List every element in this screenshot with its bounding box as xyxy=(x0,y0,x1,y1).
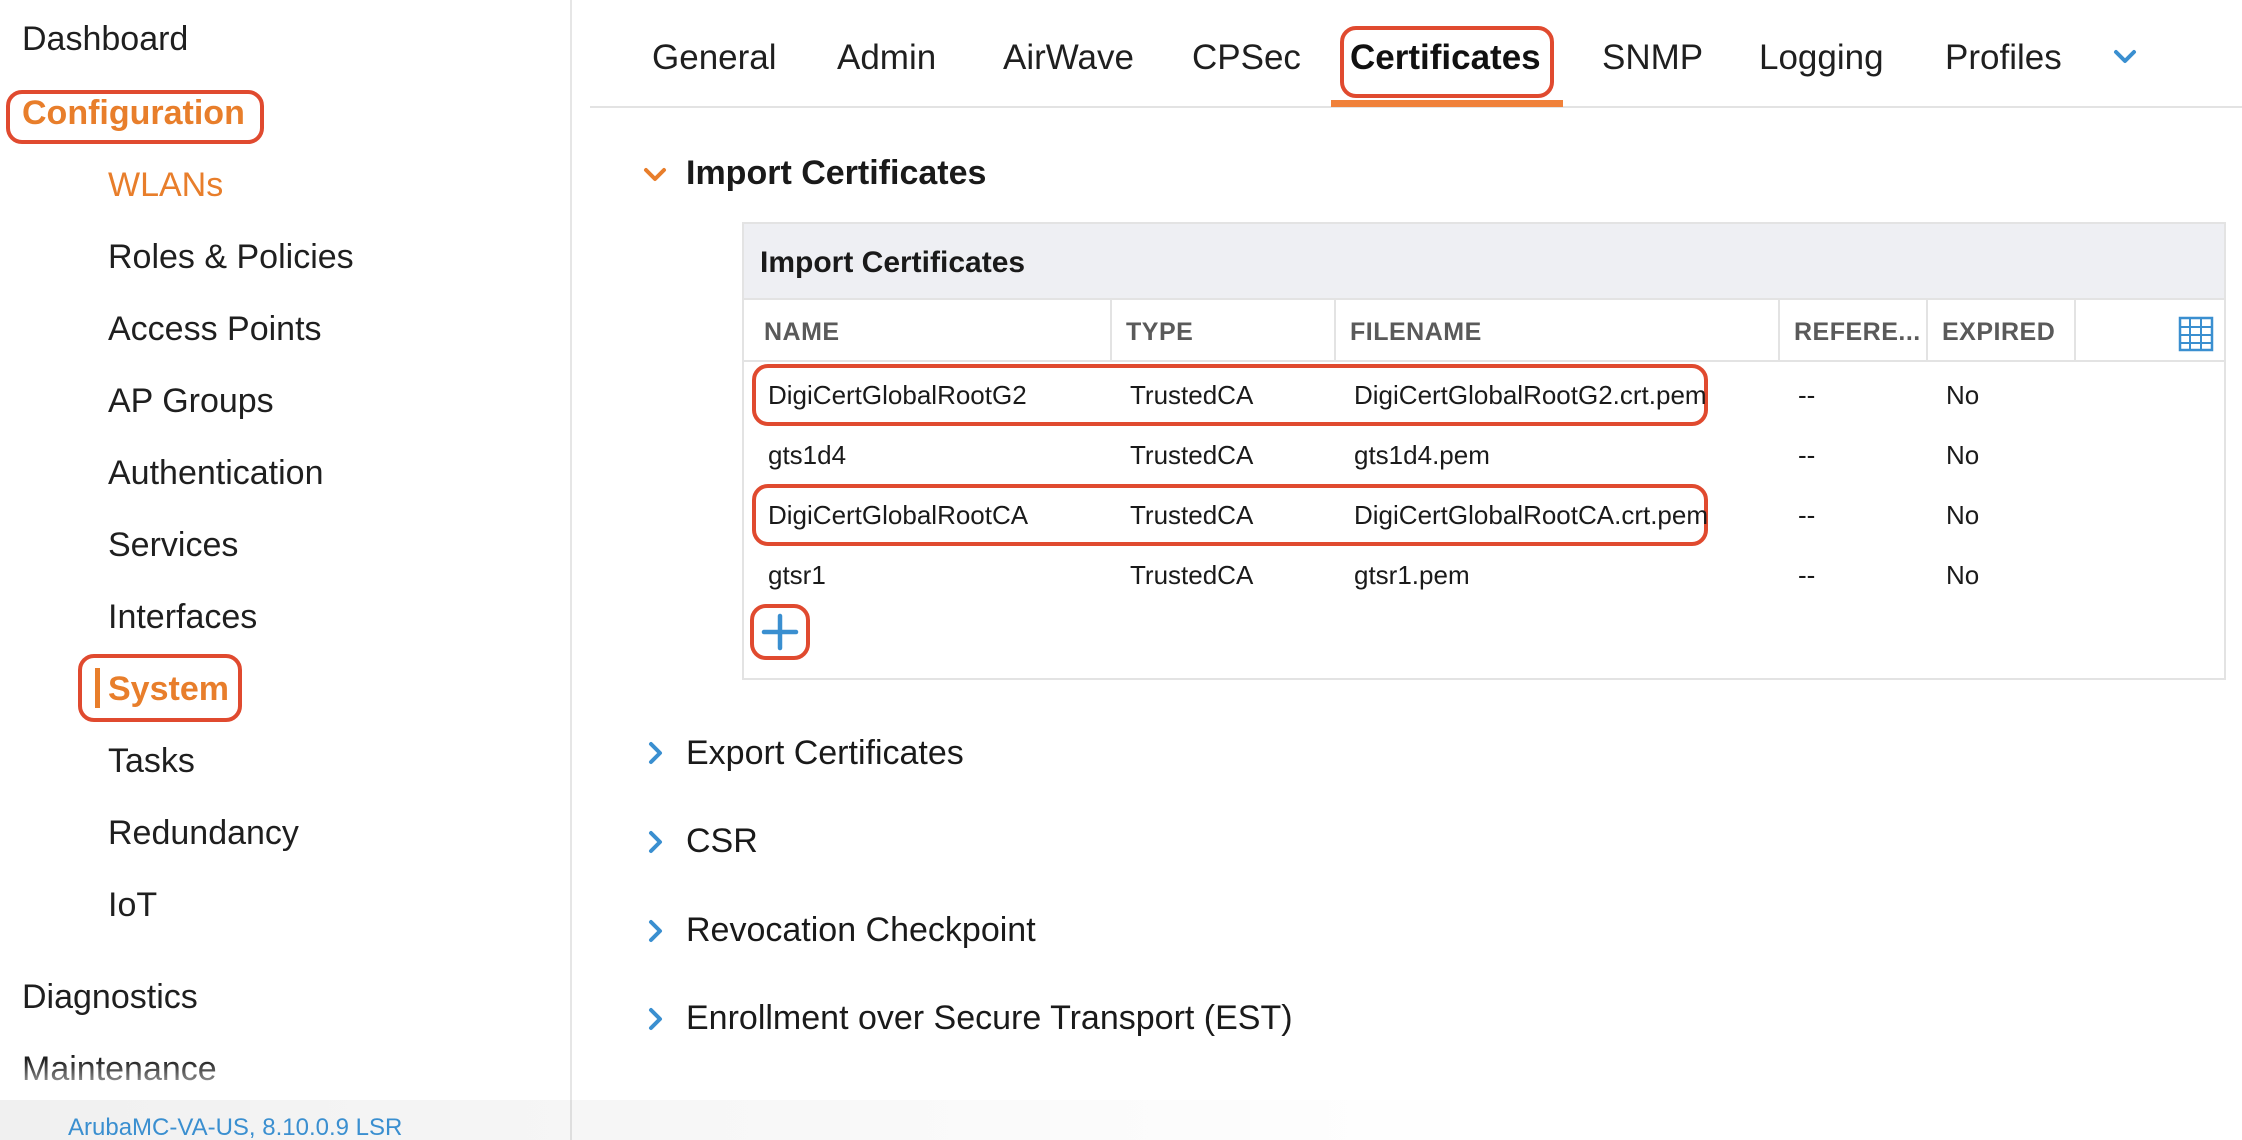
cell-expired: No xyxy=(1946,500,1980,530)
nav-dashboard[interactable]: Dashboard xyxy=(22,20,188,59)
cell-name: DigiCertGlobalRootCA xyxy=(768,500,1029,530)
chevron-down-icon[interactable] xyxy=(2110,42,2140,72)
chevron-down-icon[interactable] xyxy=(640,160,670,190)
cell-expired: No xyxy=(1946,560,1980,590)
nav-item-roles-policies[interactable]: Roles & Policies xyxy=(108,238,354,277)
chevron-right-icon[interactable] xyxy=(640,827,670,857)
nav-item-iot[interactable]: IoT xyxy=(108,886,157,925)
chevron-right-icon[interactable] xyxy=(640,916,670,946)
nav-item-tasks[interactable]: Tasks xyxy=(108,742,195,781)
column-header-type[interactable]: TYPE xyxy=(1126,318,1193,347)
nav-item-wlans[interactable]: WLANs xyxy=(108,166,223,205)
column-header-expired[interactable]: EXPIRED xyxy=(1942,318,2055,347)
nav-item-interfaces[interactable]: Interfaces xyxy=(108,598,257,637)
tab-general[interactable]: General xyxy=(652,38,777,78)
cell-filename: gtsr1.pem xyxy=(1354,560,1470,590)
tab-certificates[interactable]: Certificates xyxy=(1350,38,1541,78)
cell-type: TrustedCA xyxy=(1130,560,1254,590)
panel-title: Import Certificates xyxy=(760,246,1026,279)
tab-profiles[interactable]: Profiles xyxy=(1945,38,2062,78)
sidebar: Dashboard Configuration WLANs Roles & Po… xyxy=(0,0,572,1140)
cell-expired: No xyxy=(1946,380,1980,410)
column-divider xyxy=(1778,300,1780,362)
panel-header: Import Certificates xyxy=(744,224,2224,300)
nav-item-ap-groups[interactable]: AP Groups xyxy=(108,382,274,421)
section-est[interactable]: Enrollment over Secure Transport (EST) xyxy=(686,999,1293,1038)
import-certificates-panel: Import Certificates NAME TYPE FILENAME R… xyxy=(742,222,2226,680)
cell-name: gtsr1 xyxy=(768,560,826,590)
column-divider xyxy=(2074,300,2076,362)
cell-references: -- xyxy=(1798,440,1816,470)
column-header-references[interactable]: REFERE... xyxy=(1794,318,1921,347)
column-divider xyxy=(1334,300,1336,362)
nav-diagnostics[interactable]: Diagnostics xyxy=(22,978,198,1017)
cell-filename: DigiCertGlobalRootG2.crt.pem xyxy=(1354,380,1707,410)
chevron-right-icon[interactable] xyxy=(640,738,670,768)
cell-filename: gts1d4.pem xyxy=(1354,440,1490,470)
tab-admin[interactable]: Admin xyxy=(837,38,936,78)
cell-type: TrustedCA xyxy=(1130,440,1254,470)
add-certificate-button[interactable] xyxy=(750,604,810,660)
tab-logging[interactable]: Logging xyxy=(1759,38,1884,78)
tab-bar: General Admin AirWave CPSec Certificates… xyxy=(590,0,2242,108)
cell-filename: DigiCertGlobalRootCA.crt.pem xyxy=(1354,500,1709,530)
nav-configuration[interactable]: Configuration xyxy=(22,94,245,133)
active-tab-underline xyxy=(1331,100,1563,107)
chevron-right-icon[interactable] xyxy=(640,1004,670,1034)
column-header-filename[interactable]: FILENAME xyxy=(1350,318,1482,347)
nav-item-redundancy[interactable]: Redundancy xyxy=(108,814,299,853)
tab-airwave[interactable]: AirWave xyxy=(1003,38,1134,78)
cell-name: gts1d4 xyxy=(768,440,847,470)
selected-indicator xyxy=(95,668,100,708)
table-header: NAME TYPE FILENAME REFERE... EXPIRED xyxy=(744,300,2224,362)
cell-name: DigiCertGlobalRootG2 xyxy=(768,380,1027,410)
cell-type: TrustedCA xyxy=(1130,500,1254,530)
tab-snmp[interactable]: SNMP xyxy=(1602,38,1703,78)
tab-cpsec[interactable]: CPSec xyxy=(1192,38,1301,78)
nav-item-access-points[interactable]: Access Points xyxy=(108,310,322,349)
footer-version: ArubaMC-VA-US, 8.10.0.9 LSR xyxy=(68,1114,403,1140)
cell-expired: No xyxy=(1946,440,1980,470)
section-export-certificates[interactable]: Export Certificates xyxy=(686,734,964,773)
nav-item-authentication[interactable]: Authentication xyxy=(108,454,324,493)
cell-references: -- xyxy=(1798,380,1816,410)
column-header-name[interactable]: NAME xyxy=(764,318,840,347)
plus-icon xyxy=(761,613,799,651)
column-divider xyxy=(1926,300,1928,362)
nav-item-system[interactable]: System xyxy=(108,670,229,709)
section-revocation-checkpoint[interactable]: Revocation Checkpoint xyxy=(686,911,1036,950)
grid-icon[interactable] xyxy=(2178,316,2214,352)
section-csr[interactable]: CSR xyxy=(686,822,758,861)
cell-references: -- xyxy=(1798,500,1816,530)
section-import-certificates[interactable]: Import Certificates xyxy=(686,154,986,193)
column-divider xyxy=(1110,300,1112,362)
cell-type: TrustedCA xyxy=(1130,380,1254,410)
nav-item-services[interactable]: Services xyxy=(108,526,238,565)
cell-references: -- xyxy=(1798,560,1816,590)
